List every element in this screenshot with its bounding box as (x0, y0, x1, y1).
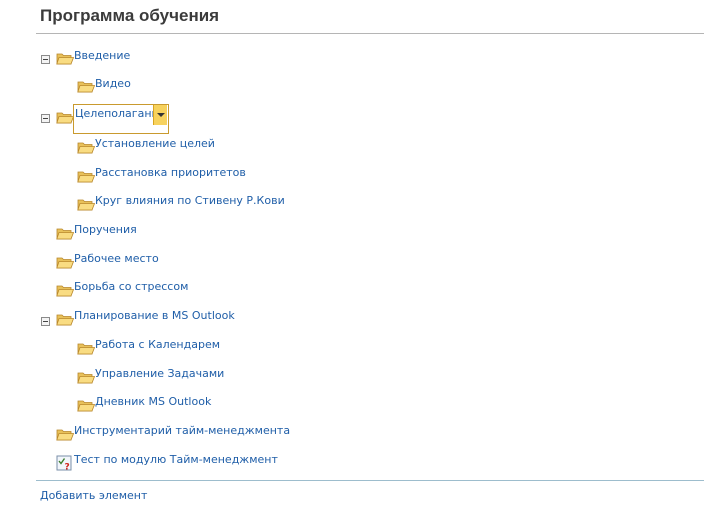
folder-icon (77, 370, 95, 384)
tree-node-calendar: Работа с Календарем (77, 337, 277, 355)
tree-node-stress: Борьба со стрессом (56, 279, 256, 297)
tree-link-covey-circle[interactable]: Круг влияния по Стивену Р.Кови (95, 194, 285, 207)
tree-node-goal-setting: Целеполагание (40, 104, 240, 136)
folder-icon (56, 427, 74, 441)
tree-node-covey-circle: Круг влияния по Стивену Р.Кови (77, 193, 337, 211)
folder-icon (77, 197, 95, 211)
node-menu-dropdown-button[interactable] (153, 105, 167, 125)
folder-icon (77, 398, 95, 412)
folder-icon (56, 226, 74, 240)
tree-link-tasks[interactable]: Управление Задачами (95, 367, 224, 380)
tree-link-video[interactable]: Видео (95, 77, 131, 90)
tree-link-outlook-planning[interactable]: Планирование в MS Outlook (74, 309, 235, 322)
tree-node-video: Видео (77, 76, 277, 94)
svg-text:?: ? (65, 463, 70, 472)
folder-icon (77, 169, 95, 183)
folder-icon (56, 312, 74, 326)
tree-node-set-goals: Установление целей (77, 136, 277, 154)
folder-icon (56, 51, 74, 65)
folder-icon (56, 110, 74, 124)
collapse-toggle[interactable] (41, 114, 50, 123)
collapse-toggle[interactable] (41, 55, 50, 64)
tree-link-stress[interactable]: Борьба со стрессом (74, 280, 188, 293)
tree-link-test[interactable]: Тест по модулю Тайм-менеджмент (74, 453, 278, 466)
tree-link-goal-setting[interactable]: Целеполагание (75, 107, 165, 120)
footer-divider (36, 480, 704, 481)
tree-node-outlook-planning: Планирование в MS Outlook (40, 308, 260, 326)
add-item-link[interactable]: Добавить элемент (40, 489, 147, 502)
tree-link-intro[interactable]: Введение (74, 49, 130, 62)
tree-link-assignments[interactable]: Поручения (74, 223, 137, 236)
tree-link-calendar[interactable]: Работа с Календарем (95, 338, 220, 351)
folder-icon (77, 140, 95, 154)
folder-icon (56, 283, 74, 297)
tree-link-journal[interactable]: Дневник MS Outlook (95, 395, 211, 408)
tree-link-toolkit[interactable]: Инструментарий тайм-менеджмента (74, 424, 290, 437)
tree-link-priorities[interactable]: Расстановка приоритетов (95, 166, 246, 179)
tree-node-priorities: Расстановка приоритетов (77, 165, 297, 183)
folder-icon (56, 255, 74, 269)
tree-link-set-goals[interactable]: Установление целей (95, 137, 215, 150)
tree-node-workplace: Рабочее место (56, 251, 256, 269)
tree-node-toolkit: Инструментарий тайм-менеджмента (56, 423, 316, 441)
folder-icon (77, 79, 95, 93)
collapse-toggle[interactable] (41, 317, 50, 326)
tree-node-intro: Введение (40, 48, 240, 66)
quiz-icon: ? (56, 455, 72, 471)
tree-node-test: ? Тест по модулю Тайм-менеджмент (56, 452, 316, 471)
tree-node-journal: Дневник MS Outlook (77, 394, 277, 412)
course-tree: Введение Видео Целеполагание Установлени… (0, 0, 704, 480)
tree-link-workplace[interactable]: Рабочее место (74, 252, 159, 265)
tree-node-tasks: Управление Задачами (77, 366, 277, 384)
folder-icon (77, 341, 95, 355)
tree-node-assignments: Поручения (56, 222, 256, 240)
